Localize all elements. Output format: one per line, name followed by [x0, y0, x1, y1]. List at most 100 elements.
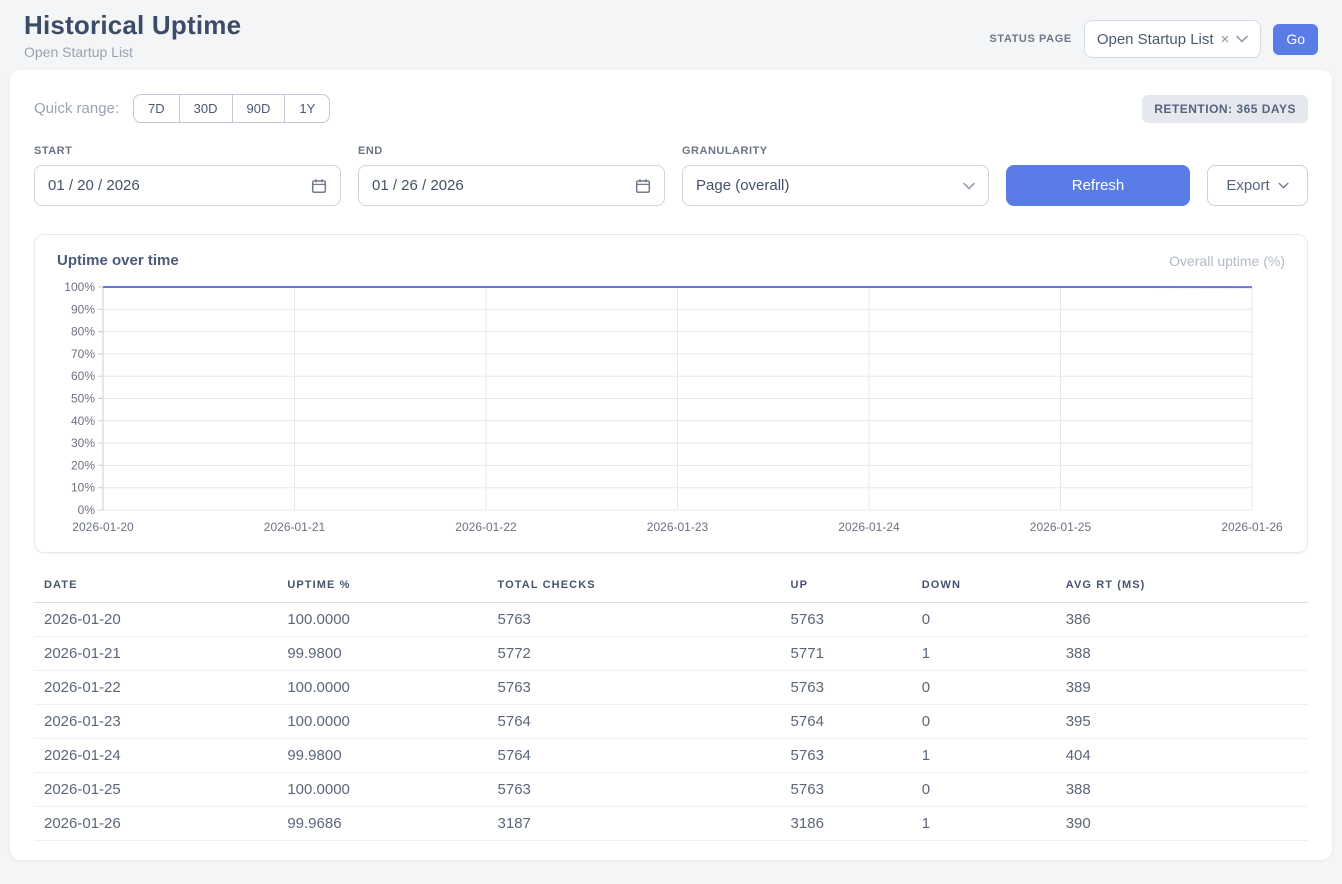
- column-header-down: DOWN: [912, 573, 1056, 603]
- table-cell: 0: [912, 705, 1056, 739]
- start-date-value: 01 / 20 / 2026: [48, 177, 140, 194]
- svg-text:60%: 60%: [71, 369, 95, 383]
- table-cell: 2026-01-21: [34, 637, 277, 671]
- table-cell: 5763: [488, 671, 781, 705]
- table-cell: 99.9800: [277, 637, 487, 671]
- granularity-selected-value: Page (overall): [696, 177, 789, 194]
- svg-text:2026-01-24: 2026-01-24: [838, 520, 900, 534]
- main-card: Quick range: 7D 30D 90D 1Y RETENTION: 36…: [10, 70, 1332, 860]
- end-date-input[interactable]: 01 / 26 / 2026: [358, 165, 665, 206]
- table-cell: 0: [912, 773, 1056, 807]
- calendar-icon[interactable]: [311, 178, 327, 194]
- refresh-button[interactable]: Refresh: [1006, 165, 1190, 206]
- table-cell: 5763: [781, 603, 912, 637]
- retention-badge: RETENTION: 365 DAYS: [1142, 95, 1308, 123]
- table-cell: 395: [1056, 705, 1308, 739]
- granularity-label: GRANULARITY: [682, 145, 989, 157]
- quick-range-1y-button[interactable]: 1Y: [284, 95, 329, 122]
- page-header: Historical Uptime Open Startup List STAT…: [0, 0, 1342, 70]
- table-cell: 100.0000: [277, 705, 487, 739]
- table-cell: 2026-01-23: [34, 705, 277, 739]
- svg-text:2026-01-20: 2026-01-20: [72, 520, 134, 534]
- table-cell: 3187: [488, 807, 781, 841]
- table-cell: 388: [1056, 637, 1308, 671]
- svg-text:100%: 100%: [64, 280, 95, 294]
- end-date-value: 01 / 26 / 2026: [372, 177, 464, 194]
- table-cell: 388: [1056, 773, 1308, 807]
- svg-text:10%: 10%: [71, 481, 95, 495]
- table-cell: 2026-01-22: [34, 671, 277, 705]
- table-cell: 386: [1056, 603, 1308, 637]
- clear-icon[interactable]: ×: [1221, 32, 1230, 47]
- table-cell: 100.0000: [277, 603, 487, 637]
- quick-range-label: Quick range:: [34, 100, 119, 117]
- column-header-avg-rt: AVG RT (MS): [1056, 573, 1308, 603]
- table-cell: 2026-01-25: [34, 773, 277, 807]
- svg-text:30%: 30%: [71, 436, 95, 450]
- svg-text:2026-01-25: 2026-01-25: [1030, 520, 1092, 534]
- export-button-label: Export: [1226, 177, 1269, 194]
- uptime-chart: 2026-01-202026-01-212026-01-222026-01-23…: [57, 278, 1285, 540]
- table-cell: 5763: [488, 773, 781, 807]
- table-cell: 5763: [781, 773, 912, 807]
- quick-range-group: 7D 30D 90D 1Y: [133, 94, 330, 123]
- quick-range-90d-button[interactable]: 90D: [232, 95, 285, 122]
- page-subtitle: Open Startup List: [24, 44, 241, 60]
- quick-range-7d-button[interactable]: 7D: [134, 95, 179, 122]
- uptime-table-body: 2026-01-20100.00005763576303862026-01-21…: [34, 603, 1308, 841]
- granularity-select[interactable]: Page (overall): [682, 165, 989, 206]
- table-cell: 2026-01-24: [34, 739, 277, 773]
- svg-text:20%: 20%: [71, 458, 95, 472]
- table-cell: 5771: [781, 637, 912, 671]
- column-header-uptime: UPTIME %: [277, 573, 487, 603]
- table-header-row: DATE UPTIME % TOTAL CHECKS UP DOWN AVG R…: [34, 573, 1308, 603]
- table-cell: 5764: [488, 705, 781, 739]
- table-row: 2026-01-2499.9800576457631404: [34, 739, 1308, 773]
- start-label: START: [34, 145, 341, 157]
- svg-text:50%: 50%: [71, 392, 95, 406]
- table-cell: 1: [912, 637, 1056, 671]
- table-cell: 5763: [781, 671, 912, 705]
- table-row: 2026-01-2199.9800577257711388: [34, 637, 1308, 671]
- column-header-date: DATE: [34, 573, 277, 603]
- table-row: 2026-01-22100.0000576357630389: [34, 671, 1308, 705]
- svg-text:2026-01-26: 2026-01-26: [1221, 520, 1283, 534]
- table-cell: 99.9800: [277, 739, 487, 773]
- table-cell: 390: [1056, 807, 1308, 841]
- go-button[interactable]: Go: [1273, 24, 1318, 55]
- export-button[interactable]: Export: [1207, 165, 1308, 206]
- chart-legend: Overall uptime (%): [1169, 253, 1285, 269]
- chevron-down-icon: [963, 182, 975, 190]
- table-cell: 1: [912, 807, 1056, 841]
- status-page-select[interactable]: Open Startup List ×: [1084, 20, 1262, 58]
- table-row: 2026-01-2699.9686318731861390: [34, 807, 1308, 841]
- table-cell: 99.9686: [277, 807, 487, 841]
- table-cell: 5764: [781, 705, 912, 739]
- table-cell: 3186: [781, 807, 912, 841]
- table-cell: 2026-01-20: [34, 603, 277, 637]
- chart-card: Uptime over time Overall uptime (%) 2026…: [34, 234, 1308, 553]
- end-label: END: [358, 145, 665, 157]
- svg-text:40%: 40%: [71, 414, 95, 428]
- quick-range-30d-button[interactable]: 30D: [179, 95, 232, 122]
- table-row: 2026-01-25100.0000576357630388: [34, 773, 1308, 807]
- table-cell: 389: [1056, 671, 1308, 705]
- svg-text:80%: 80%: [71, 325, 95, 339]
- svg-text:2026-01-21: 2026-01-21: [264, 520, 326, 534]
- table-row: 2026-01-23100.0000576457640395: [34, 705, 1308, 739]
- status-page-selected-value: Open Startup List: [1097, 31, 1214, 48]
- table-cell: 100.0000: [277, 671, 487, 705]
- page-title: Historical Uptime: [24, 10, 241, 41]
- chart-title: Uptime over time: [57, 252, 179, 269]
- table-cell: 5772: [488, 637, 781, 671]
- table-cell: 5763: [781, 739, 912, 773]
- column-header-up: UP: [781, 573, 912, 603]
- start-date-input[interactable]: 01 / 20 / 2026: [34, 165, 341, 206]
- svg-text:2026-01-22: 2026-01-22: [455, 520, 517, 534]
- table-cell: 0: [912, 671, 1056, 705]
- table-cell: 5763: [488, 603, 781, 637]
- status-page-label: STATUS PAGE: [989, 33, 1071, 45]
- calendar-icon[interactable]: [635, 178, 651, 194]
- table-cell: 100.0000: [277, 773, 487, 807]
- chevron-down-icon: [1278, 182, 1289, 189]
